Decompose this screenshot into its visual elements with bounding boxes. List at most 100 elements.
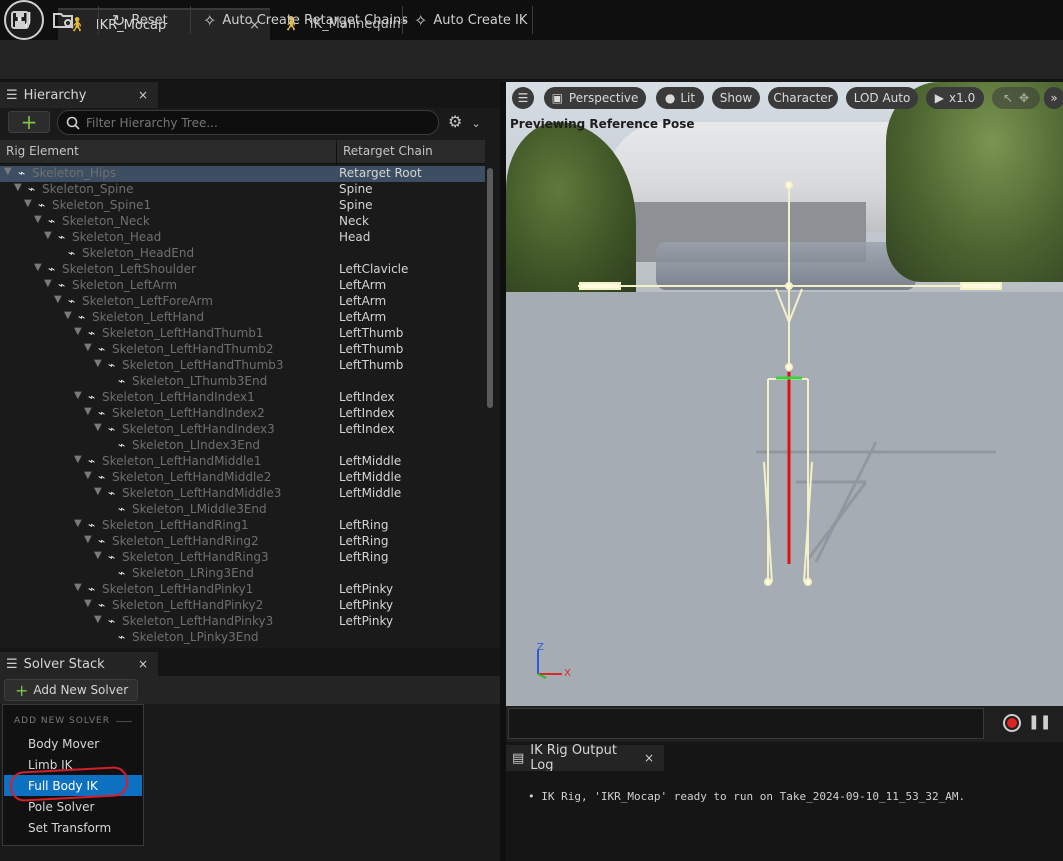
- hierarchy-search-input[interactable]: [86, 115, 426, 130]
- column-rig-element[interactable]: Rig Element: [6, 144, 79, 158]
- tree-row[interactable]: ▼ ⌁ Skeleton_LeftHandThumb3 LeftThumb: [0, 358, 485, 374]
- tree-row[interactable]: ▼ ⌁ Skeleton_LeftHandMiddle1 LeftMiddle: [0, 454, 485, 470]
- show-button[interactable]: Show: [712, 87, 760, 109]
- play-icon: ▶: [934, 91, 945, 105]
- tree-row[interactable]: ⌁ Skeleton_LPinky3End: [0, 630, 485, 644]
- tree-row[interactable]: ▼ ⌁ Skeleton_Head Head: [0, 230, 485, 246]
- expand-arrow-icon[interactable]: ▼: [94, 358, 102, 369]
- viewport[interactable]: Z X ☰ ▣ Perspective ● Lit Show Character…: [506, 82, 1063, 706]
- tree-row[interactable]: ▼ ⌁ Skeleton_Spine1 Spine: [0, 198, 485, 214]
- pause-button[interactable]: ❚❚: [1028, 714, 1051, 730]
- bone-name: Skeleton_Spine1: [52, 198, 152, 212]
- tree-row[interactable]: ▼ ⌁ Skeleton_LeftHandRing2 LeftRing: [0, 534, 485, 550]
- tree-row[interactable]: ▼ ⌁ Skeleton_LeftShoulder LeftClavicle: [0, 262, 485, 278]
- tree-row[interactable]: ▼ ⌁ Skeleton_LeftHandThumb2 LeftThumb: [0, 342, 485, 358]
- expand-arrow-icon[interactable]: ▼: [84, 470, 92, 481]
- bone-icon: ⌁: [118, 630, 126, 644]
- record-button[interactable]: [1003, 714, 1021, 732]
- column-retarget-chain[interactable]: Retarget Chain: [343, 144, 433, 158]
- settings-dropdown[interactable]: ⚙ ⌄: [448, 112, 488, 132]
- ik-icon: ✧: [414, 10, 428, 30]
- tree-row[interactable]: ▼ ⌁ Skeleton_LeftHandThumb1 LeftThumb: [0, 326, 485, 342]
- expand-arrow-icon[interactable]: ▼: [74, 454, 82, 465]
- more-tools-button[interactable]: »: [1044, 87, 1063, 109]
- tree-row[interactable]: ▼ ⌁ Skeleton_LeftHandMiddle2 LeftMiddle: [0, 470, 485, 486]
- tree-row[interactable]: ▼ ⌁ Skeleton_LeftHandPinky2 LeftPinky: [0, 598, 485, 614]
- tree-row[interactable]: ▼ ⌁ Skeleton_Spine Spine: [0, 182, 485, 198]
- expand-arrow-icon[interactable]: ▼: [84, 342, 92, 353]
- tree-row[interactable]: ▼ ⌁ Skeleton_LeftHandRing3 LeftRing: [0, 550, 485, 566]
- hierarchy-tab[interactable]: ☰ Hierarchy ×: [0, 82, 158, 108]
- auto-create-retarget-chains-button[interactable]: ✧ Auto Create Retarget Chains: [203, 6, 408, 34]
- expand-arrow-icon[interactable]: ▼: [84, 598, 92, 609]
- lod-button[interactable]: LOD Auto: [846, 87, 918, 109]
- solver-stack-title: Solver Stack: [23, 656, 105, 672]
- skeleton-preview[interactable]: [506, 82, 1063, 706]
- tree-row[interactable]: ▼ ⌁ Skeleton_LeftHandPinky1 LeftPinky: [0, 582, 485, 598]
- viewport-menu-button[interactable]: ☰: [512, 87, 534, 109]
- expand-arrow-icon[interactable]: ▼: [24, 198, 32, 209]
- tree-row[interactable]: ▼ ⌁ Skeleton_LeftHand LeftArm: [0, 310, 485, 326]
- save-button[interactable]: [10, 6, 30, 34]
- perspective-button[interactable]: ▣ Perspective: [544, 87, 646, 109]
- tree-row[interactable]: ▼ ⌁ Skeleton_LeftHandRing1 LeftRing: [0, 518, 485, 534]
- expand-arrow-icon[interactable]: ▼: [74, 390, 82, 401]
- reset-icon: ↻: [112, 10, 126, 30]
- tree-row[interactable]: ▼ ⌁ Skeleton_LeftHandIndex3 LeftIndex: [0, 422, 485, 438]
- tree-row[interactable]: ▼ ⌁ Skeleton_LeftHandIndex1 LeftIndex: [0, 390, 485, 406]
- expand-arrow-icon[interactable]: ▼: [64, 310, 72, 321]
- lit-button[interactable]: ● Lit: [656, 87, 704, 109]
- add-new-solver-button[interactable]: + Add New Solver: [4, 679, 138, 701]
- tree-row[interactable]: ▼ ⌁ Skeleton_Neck Neck: [0, 214, 485, 230]
- tree-row[interactable]: ▼ ⌁ Skeleton_Hips Retarget Root: [0, 166, 485, 182]
- tree-row[interactable]: ▼ ⌁ Skeleton_LeftHandIndex2 LeftIndex: [0, 406, 485, 422]
- tree-row[interactable]: ⌁ Skeleton_LIndex3End: [0, 438, 485, 454]
- expand-arrow-icon[interactable]: ▼: [74, 326, 82, 337]
- tree-row[interactable]: ⌁ Skeleton_LRing3End: [0, 566, 485, 582]
- transform-tools[interactable]: ↖ ✥: [992, 87, 1040, 109]
- character-button[interactable]: Character: [768, 87, 838, 109]
- expand-arrow-icon[interactable]: ▼: [34, 214, 42, 225]
- menu-item-set-transform[interactable]: Set Transform: [4, 817, 142, 838]
- timeline-bar[interactable]: [508, 708, 984, 739]
- tree-row[interactable]: ▼ ⌁ Skeleton_LeftArm LeftArm: [0, 278, 485, 294]
- skeleton-shadow: [756, 441, 996, 563]
- expand-arrow-icon[interactable]: ▼: [14, 182, 22, 193]
- expand-arrow-icon[interactable]: ▼: [44, 230, 52, 241]
- expand-arrow-icon[interactable]: ▼: [94, 614, 102, 625]
- tree-row[interactable]: ▼ ⌁ Skeleton_LeftHandMiddle3 LeftMiddle: [0, 486, 485, 502]
- expand-arrow-icon[interactable]: ▼: [74, 582, 82, 593]
- add-element-button[interactable]: +: [8, 111, 50, 133]
- solver-stack-tab[interactable]: ☰ Solver Stack ×: [0, 652, 158, 676]
- hierarchy-scrollbar[interactable]: [487, 168, 493, 408]
- output-log-tab[interactable]: ▤ IK Rig Output Log ×: [506, 743, 664, 773]
- expand-arrow-icon[interactable]: ▼: [94, 550, 102, 561]
- expand-arrow-icon[interactable]: ▼: [4, 166, 12, 177]
- expand-arrow-icon[interactable]: ▼: [74, 518, 82, 529]
- bone-name: Skeleton_LeftHandIndex3: [122, 422, 275, 436]
- playback-speed-button[interactable]: ▶ x1.0: [926, 87, 984, 109]
- close-icon[interactable]: ×: [138, 657, 148, 671]
- close-icon[interactable]: ×: [138, 88, 148, 102]
- tree-row[interactable]: ▼ ⌁ Skeleton_LeftHandPinky3 LeftPinky: [0, 614, 485, 630]
- expand-arrow-icon[interactable]: ▼: [44, 278, 52, 289]
- auto-create-ik-button[interactable]: ✧ Auto Create IK: [414, 6, 527, 34]
- reset-button[interactable]: ↻ Reset: [112, 6, 168, 34]
- plus-icon: +: [15, 680, 29, 700]
- expand-arrow-icon[interactable]: ▼: [94, 486, 102, 497]
- column-divider[interactable]: [336, 140, 337, 164]
- tree-row[interactable]: ⌁ Skeleton_LMiddle3End: [0, 502, 485, 518]
- close-icon[interactable]: ×: [644, 751, 654, 765]
- expand-arrow-icon[interactable]: ▼: [54, 294, 62, 305]
- expand-arrow-icon[interactable]: ▼: [34, 262, 42, 273]
- menu-item-body-mover[interactable]: Body Mover: [4, 733, 142, 754]
- tree-row[interactable]: ⌁ Skeleton_HeadEnd: [0, 246, 485, 262]
- retarget-chain-value: Neck: [339, 214, 369, 228]
- tree-row[interactable]: ⌁ Skeleton_LThumb3End: [0, 374, 485, 390]
- tree-row[interactable]: ▼ ⌁ Skeleton_LeftForeArm LeftArm: [0, 294, 485, 310]
- search-box[interactable]: [57, 110, 439, 135]
- browse-button[interactable]: [52, 6, 76, 34]
- expand-arrow-icon[interactable]: ▼: [84, 406, 92, 417]
- expand-arrow-icon[interactable]: ▼: [84, 534, 92, 545]
- expand-arrow-icon[interactable]: ▼: [94, 422, 102, 433]
